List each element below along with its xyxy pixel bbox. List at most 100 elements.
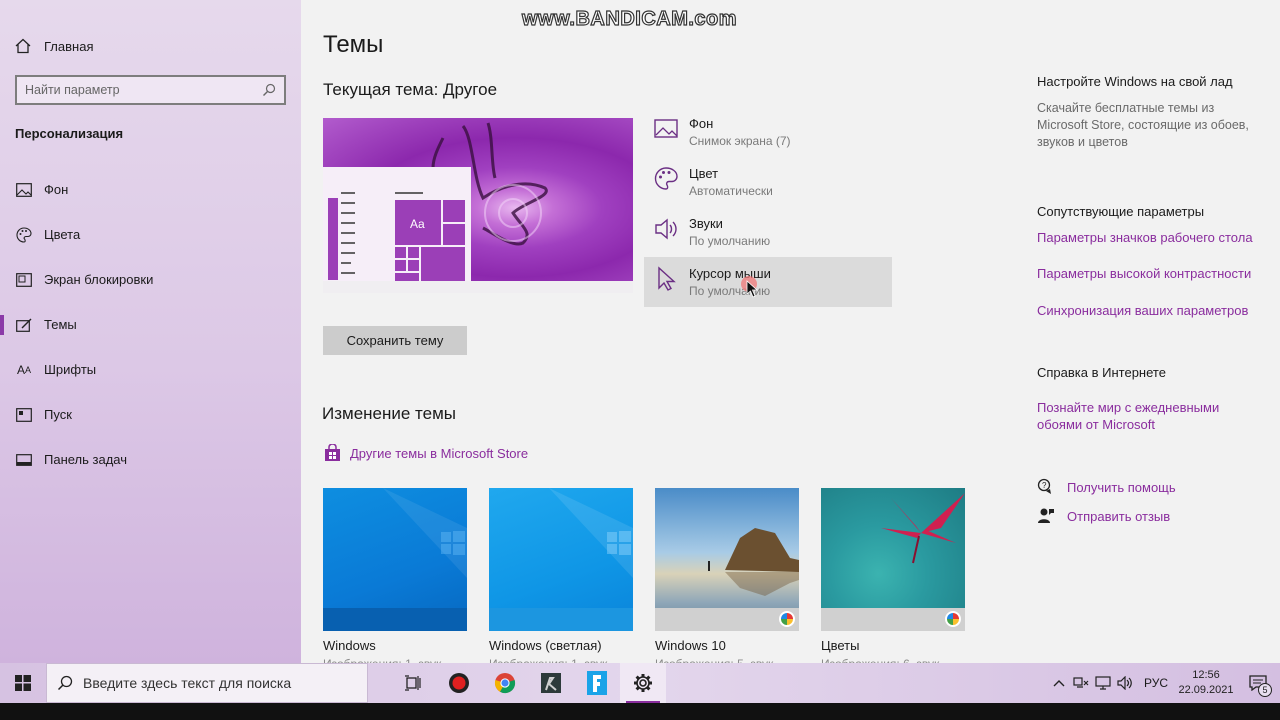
store-link-label: Другие темы в Microsoft Store xyxy=(350,446,529,461)
related-heading: Сопутствующие параметры xyxy=(1037,204,1205,219)
sidebar-item-label: Панель задач xyxy=(44,452,128,467)
property-title: Звуки xyxy=(689,216,723,231)
windows-logo-icon xyxy=(15,675,31,691)
help-chat-icon: ? xyxy=(1037,478,1051,494)
clock[interactable]: 12:56 22.09.2021 xyxy=(1176,668,1236,698)
fonts-icon: AA xyxy=(16,362,32,377)
theme-card-windows10[interactable]: Windows 10 Изображения: 5, звук xyxy=(655,488,799,671)
sidebar-item-start[interactable]: Пуск xyxy=(0,392,301,437)
palette-icon xyxy=(15,226,33,244)
input-language[interactable]: РУС xyxy=(1144,676,1168,690)
lockscreen-icon xyxy=(15,271,33,289)
theme-card-windows-light[interactable]: Windows (светлая) Изображения: 1, звук xyxy=(489,488,633,671)
feedback-icon xyxy=(1038,508,1054,523)
start-button[interactable] xyxy=(0,663,46,703)
get-help-label: Получить помощь xyxy=(1067,479,1176,495)
main-content: Темы Текущая тема: Другое Aa Фон Снимок … xyxy=(301,0,1280,671)
get-help-link[interactable]: ? Получить помощь xyxy=(1037,478,1176,496)
preview-bottom-bar xyxy=(323,281,633,293)
property-value: Автоматически xyxy=(689,184,773,198)
desktop-icons-link[interactable]: Параметры значков рабочего стола xyxy=(1037,229,1267,246)
change-theme-heading: Изменение темы xyxy=(322,404,457,423)
gear-icon xyxy=(634,674,652,692)
preview-tiles: Aa xyxy=(395,200,465,281)
color-badge-icon xyxy=(779,611,795,627)
record-icon xyxy=(449,673,469,693)
theme-name: Windows 10 xyxy=(655,638,726,653)
sidebar-item-lockscreen[interactable]: Экран блокировки xyxy=(0,257,301,302)
search-icon xyxy=(57,675,73,691)
feedback-link[interactable]: Отправить отзыв xyxy=(1037,507,1170,525)
monitor-icon[interactable] xyxy=(1092,663,1114,703)
store-themes-link[interactable]: Другие темы в Microsoft Store xyxy=(323,444,528,463)
customize-text: Скачайте бесплатные темы из Microsoft St… xyxy=(1037,101,1249,149)
home-label: Главная xyxy=(44,38,94,54)
sidebar-item-label: Темы xyxy=(44,317,77,332)
daily-wallpaper-link[interactable]: Познайте мир с ежедневными обоями от Mic… xyxy=(1037,399,1237,433)
sync-settings-link[interactable]: Синхронизация ваших параметров xyxy=(1037,302,1267,319)
theme-name: Windows xyxy=(323,638,376,653)
home-link[interactable]: Главная xyxy=(14,37,93,55)
property-value: По умолчанию xyxy=(689,284,771,298)
recording-watermark: www.BANDICAM.com xyxy=(521,7,738,30)
property-value: По умолчанию xyxy=(689,234,771,248)
property-mouse-cursor[interactable]: Курсор мыши По умолчанию xyxy=(644,257,892,307)
sidebar-item-label: Экран блокировки xyxy=(44,272,154,287)
sidebar-item-taskbar[interactable]: Панель задач xyxy=(0,437,301,482)
sidebar-item-label: Шрифты xyxy=(44,362,97,377)
property-background[interactable]: Фон Снимок экрана (7) xyxy=(644,107,892,157)
taskbar-search-input[interactable] xyxy=(83,675,363,691)
theme-card-windows[interactable]: Windows Изображения: 1, звук xyxy=(323,488,467,671)
property-color[interactable]: Цвет Автоматически xyxy=(644,157,892,207)
customize-heading: Настройте Windows на свой лад xyxy=(1037,74,1233,89)
game-app-button[interactable] xyxy=(528,663,574,703)
chrome-app-button[interactable] xyxy=(482,663,528,703)
clock-time: 12:56 xyxy=(1192,669,1220,681)
network-icon[interactable] xyxy=(1070,663,1092,703)
sidebar-item-label: Пуск xyxy=(44,407,72,422)
palette-icon xyxy=(654,167,678,190)
property-title: Фон xyxy=(689,116,714,131)
settings-search-box[interactable] xyxy=(15,75,286,105)
high-contrast-link[interactable]: Параметры высокой контрастности xyxy=(1037,265,1267,282)
theme-thumbnail xyxy=(655,488,799,631)
chevron-up-icon[interactable] xyxy=(1048,663,1070,703)
theme-properties: Фон Снимок экрана (7) Цвет Автоматически З… xyxy=(644,107,892,307)
nav-list: Фон Цвета Экран блокировки Темы AA Шрифт… xyxy=(0,167,301,482)
theme-card-flowers[interactable]: Цветы Изображения: 6, звук xyxy=(821,488,965,671)
current-theme-label: Текущая тема: Другое xyxy=(323,80,498,99)
save-theme-button[interactable]: Сохранить тему xyxy=(323,326,467,355)
theme-name: Цветы xyxy=(821,638,860,653)
chrome-icon xyxy=(494,673,516,694)
svg-text:?: ? xyxy=(1042,481,1047,490)
sidebar-item-background[interactable]: Фон xyxy=(0,167,301,212)
start-icon xyxy=(15,406,33,424)
taskbar-search-box[interactable] xyxy=(46,663,368,703)
settings-app-button[interactable] xyxy=(620,663,666,703)
screen-border xyxy=(0,703,1280,720)
preview-window: Aa xyxy=(323,167,471,281)
sidebar-item-fonts[interactable]: AA Шрифты xyxy=(0,347,301,392)
fortnite-icon xyxy=(587,671,607,695)
property-sounds[interactable]: Звуки По умолчанию xyxy=(644,207,892,257)
task-view-icon xyxy=(405,675,421,691)
volume-icon[interactable] xyxy=(1114,663,1136,703)
sidebar-item-colors[interactable]: Цвета xyxy=(0,212,301,257)
action-center-button[interactable]: 5 xyxy=(1236,663,1280,703)
bandicam-app-button[interactable] xyxy=(436,663,482,703)
theme-preview: Aa xyxy=(323,118,633,293)
theme-thumbnail xyxy=(489,488,633,631)
theme-thumbnail xyxy=(323,488,467,631)
color-badge-icon xyxy=(945,611,961,627)
feedback-label: Отправить отзыв xyxy=(1067,508,1171,524)
property-value: Снимок экрана (7) xyxy=(689,134,791,148)
home-icon xyxy=(15,38,31,54)
search-icon[interactable] xyxy=(262,83,276,97)
sidebar-item-themes[interactable]: Темы xyxy=(0,302,301,347)
task-view-button[interactable] xyxy=(390,663,436,703)
system-tray: РУС 12:56 22.09.2021 5 xyxy=(1048,663,1280,703)
settings-search-input[interactable] xyxy=(25,83,262,97)
fortnite-app-button[interactable] xyxy=(574,663,620,703)
page-title: Темы xyxy=(323,31,384,58)
picture-icon xyxy=(654,119,678,138)
